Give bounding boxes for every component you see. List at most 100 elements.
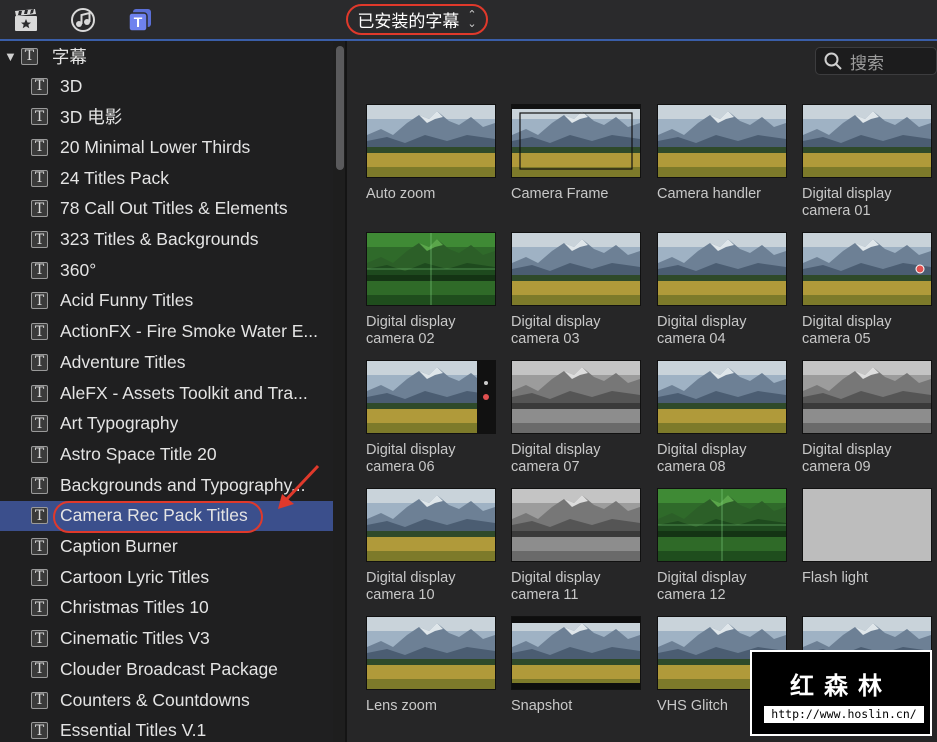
- sidebar-item[interactable]: T 3D 电影: [0, 102, 333, 132]
- sidebar-item[interactable]: T 78 Call Out Titles & Elements: [0, 194, 333, 224]
- title-t-icon: T: [31, 538, 48, 555]
- thumbnail-image: [366, 488, 496, 562]
- sidebar-item-label: Caption Burner: [60, 536, 178, 556]
- thumbnail-label: Digital display camera 09: [802, 442, 932, 476]
- sidebar-item[interactable]: T 24 Titles Pack: [0, 163, 333, 193]
- sidebar-item[interactable]: T Caption Burner: [0, 532, 333, 562]
- music-notes-icon[interactable]: [70, 7, 96, 33]
- title-thumbnail[interactable]: Digital display camera 11: [511, 488, 641, 604]
- sidebar-item-label: Cinematic Titles V3: [60, 628, 210, 649]
- title-thumbnail[interactable]: Digital display camera 07: [511, 360, 641, 476]
- title-t-icon: T: [31, 200, 48, 218]
- title-thumbnail[interactable]: Digital display camera 12: [657, 488, 787, 604]
- title-thumbnail[interactable]: Digital display camera 01: [802, 104, 932, 220]
- title-thumbnail[interactable]: Flash light: [802, 488, 932, 587]
- sidebar-item[interactable]: T Clouder Broadcast Package: [0, 654, 333, 684]
- title-t-icon: T: [31, 599, 48, 617]
- sidebar-item-label: Adventure Titles: [60, 351, 186, 372]
- disclosure-triangle-icon[interactable]: ▼: [4, 49, 17, 64]
- sidebar-item[interactable]: T 3D: [0, 71, 333, 101]
- title-thumbnail[interactable]: Digital display camera 06: [366, 360, 496, 476]
- watermark-url: http://www.hoslin.cn/: [764, 706, 924, 723]
- thumbnail-image: [657, 360, 787, 434]
- installed-titles-dropdown[interactable]: 已安装的字幕 ⌃ ⌄: [346, 4, 488, 35]
- title-t-icon: T: [31, 384, 48, 402]
- thumbnail-label: Auto zoom: [366, 186, 496, 203]
- title-thumbnail[interactable]: Lens zoom: [366, 616, 496, 715]
- thumbnail-image: [366, 360, 496, 434]
- sidebar-item-label: ActionFX - Fire Smoke Water E...: [60, 321, 319, 342]
- titles-icon[interactable]: T: [127, 7, 153, 33]
- title-t-icon: T: [31, 292, 48, 310]
- title-thumbnail[interactable]: Digital display camera 02: [366, 232, 496, 348]
- sidebar-item[interactable]: T Adventure Titles: [0, 347, 333, 377]
- title-thumbnail[interactable]: Digital display camera 09: [802, 360, 932, 476]
- title-t-icon: T: [31, 691, 48, 709]
- thumbnail-label-line1: Digital display: [366, 442, 456, 458]
- title-thumbnail[interactable]: Digital display camera 08: [657, 360, 787, 476]
- title-thumbnail[interactable]: Digital display camera 03: [511, 232, 641, 348]
- sidebar-item-label: Camera Rec Pack Titles: [60, 505, 248, 526]
- title-thumbnail[interactable]: Digital display camera 10: [366, 488, 496, 604]
- title-thumbnail[interactable]: Auto zoom: [366, 104, 496, 203]
- thumbnail-label: Flash light: [802, 570, 932, 587]
- thumbnail-label: Digital display camera 12: [657, 570, 787, 604]
- title-t-icon: T: [20, 47, 38, 65]
- sidebar-root-titles[interactable]: ▼ T 字幕: [0, 41, 333, 71]
- sidebar-item-label: Essential Titles V.1: [60, 720, 207, 741]
- title-t-icon: T: [31, 77, 48, 95]
- sidebar-item[interactable]: T Cartoon Lyric Titles: [0, 562, 333, 592]
- thumbnail-label-line2: camera 12: [657, 587, 726, 603]
- thumbnail-label-line2: camera 03: [511, 331, 580, 347]
- sidebar-item[interactable]: T ActionFX - Fire Smoke Water E...: [0, 317, 333, 347]
- thumbnail-image: [802, 360, 932, 434]
- sidebar-item-label: 20 Minimal Lower Thirds: [60, 136, 251, 157]
- thumbnail-label-line1: Digital display: [657, 314, 747, 330]
- sidebar-item[interactable]: T Art Typography: [0, 409, 333, 439]
- thumbnail-image: [511, 232, 641, 306]
- sidebar-item[interactable]: T 20 Minimal Lower Thirds: [0, 132, 333, 162]
- sidebar-root-label: 字幕: [51, 46, 87, 67]
- title-thumbnail[interactable]: Digital display camera 04: [657, 232, 787, 348]
- thumbnail-label-line1: Camera Frame: [511, 186, 609, 202]
- sidebar-item-label: Clouder Broadcast Package: [60, 658, 278, 679]
- thumbnail-image: [657, 488, 787, 562]
- title-t-icon: T: [31, 660, 48, 678]
- sidebar-item-label: 360°: [60, 259, 97, 280]
- title-thumbnail[interactable]: Camera Frame: [511, 104, 641, 203]
- title-t-icon: T: [31, 108, 48, 126]
- thumbnail-label-line1: Digital display: [802, 314, 892, 330]
- sidebar-item[interactable]: T Counters & Countdowns: [0, 685, 333, 715]
- clapper-star-icon[interactable]: [13, 7, 39, 33]
- thumbnail-image: [657, 232, 787, 306]
- watermark-logo: 红森林 http://www.hoslin.cn/: [750, 650, 932, 736]
- thumbnail-label-line2: camera 06: [366, 459, 435, 475]
- thumbnail-label: Digital display camera 02: [366, 314, 496, 348]
- title-t-icon: T: [31, 169, 48, 187]
- search-field[interactable]: 搜索: [815, 47, 937, 75]
- thumbnail-label-line1: Lens zoom: [366, 698, 437, 714]
- sidebar-item[interactable]: T Christmas Titles 10: [0, 593, 333, 623]
- title-thumbnail[interactable]: Snapshot: [511, 616, 641, 715]
- dropdown-label: 已安装的字幕: [357, 12, 460, 31]
- title-thumbnail[interactable]: Camera handler: [657, 104, 787, 203]
- thumbnail-label-line1: Digital display: [657, 570, 747, 586]
- thumbnail-label: Digital display camera 07: [511, 442, 641, 476]
- thumbnail-label-line1: Auto zoom: [366, 186, 436, 202]
- sidebar-item[interactable]: T AleFX - Assets Toolkit and Tra...: [0, 378, 333, 408]
- thumbnail-label-line2: camera 04: [657, 331, 726, 347]
- title-t-icon: T: [31, 476, 48, 494]
- thumbnail-image: [657, 104, 787, 178]
- sidebar-item[interactable]: T Cinematic Titles V3: [0, 624, 333, 654]
- sidebar-item[interactable]: T Essential Titles V.1: [0, 716, 333, 742]
- thumbnail-image: [511, 488, 641, 562]
- sidebar-item[interactable]: T 323 Titles & Backgrounds: [0, 225, 333, 255]
- sidebar-item[interactable]: T 360°: [0, 255, 333, 285]
- search-placeholder: 搜索: [850, 53, 884, 73]
- watermark-name: 红森林: [790, 673, 892, 700]
- title-thumbnail[interactable]: Digital display camera 05: [802, 232, 932, 348]
- thumbnail-label: Digital display camera 06: [366, 442, 496, 476]
- sidebar-scrollbar[interactable]: [336, 46, 344, 170]
- title-t-icon: T: [31, 722, 48, 740]
- sidebar-item[interactable]: T Acid Funny Titles: [0, 286, 333, 316]
